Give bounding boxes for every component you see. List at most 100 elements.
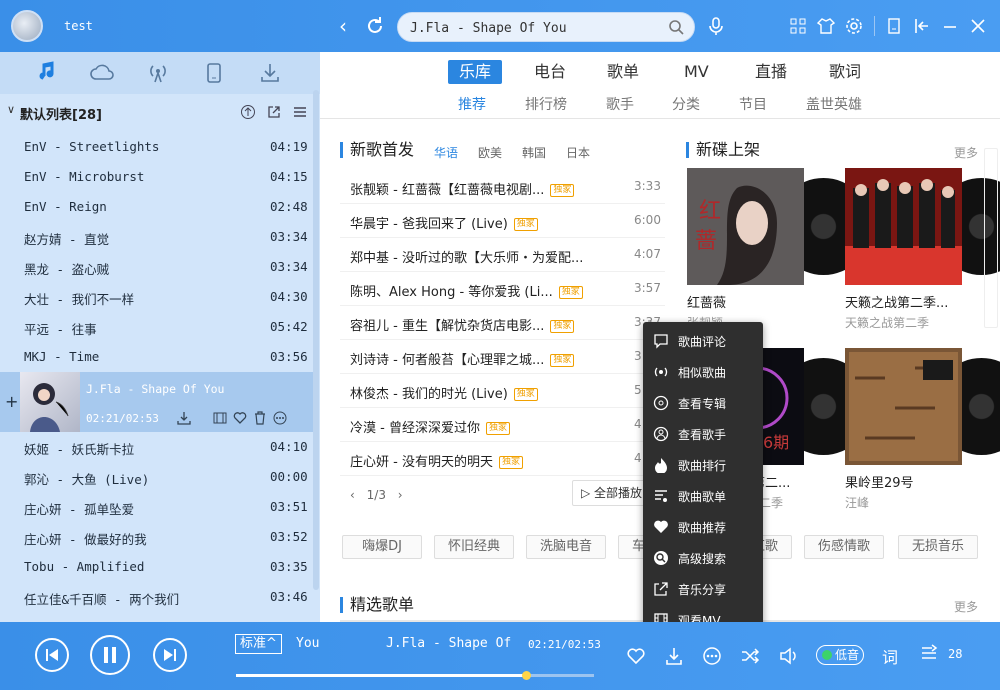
- mini-mode-icon[interactable]: [884, 16, 904, 36]
- minimize-icon[interactable]: [940, 16, 960, 36]
- progress-knob[interactable]: [521, 671, 531, 680]
- list-header[interactable]: ∨ 默认列表[28]: [0, 100, 320, 124]
- gear-icon[interactable]: [844, 16, 864, 36]
- locate-icon[interactable]: [240, 104, 256, 120]
- list-item[interactable]: 林俊杰 - 我们的时光 (Live)独家5:08: [340, 374, 665, 408]
- tab-heroes[interactable]: 盖世英雄: [806, 94, 862, 114]
- menu-item-advanced-search[interactable]: 高级搜索: [643, 543, 763, 573]
- lyrics-button[interactable]: 词: [882, 644, 898, 668]
- chip-lossless[interactable]: 无损音乐: [898, 535, 978, 559]
- progress-bar[interactable]: [236, 671, 594, 680]
- device-icon[interactable]: [202, 61, 226, 85]
- tab-mv[interactable]: MV: [673, 60, 720, 84]
- collapse-icon[interactable]: [912, 16, 932, 36]
- list-item[interactable]: 庄心妍 - 没有明天的明天独家4:32: [340, 442, 665, 476]
- volume-icon[interactable]: [778, 646, 798, 666]
- music-note-icon[interactable]: [34, 61, 58, 85]
- list-item[interactable]: 容祖儿 - 重生【解忧杂货店电影...独家3:37: [340, 306, 665, 340]
- previous-button[interactable]: [35, 638, 69, 672]
- pause-button[interactable]: [90, 635, 130, 675]
- next-button[interactable]: [153, 638, 187, 672]
- search-icon[interactable]: [668, 19, 684, 35]
- album-cover[interactable]: [20, 372, 80, 432]
- scrollbar[interactable]: [313, 90, 319, 590]
- tab-playlists[interactable]: 歌单: [596, 60, 650, 84]
- list-item[interactable]: MKJ - Time 03:56: [0, 342, 313, 372]
- download-icon[interactable]: [258, 61, 282, 85]
- play-all-button[interactable]: ▷ 全部播放: [572, 480, 646, 506]
- tab-recommend[interactable]: 推荐: [458, 94, 486, 114]
- refresh-icon[interactable]: [362, 13, 388, 39]
- list-item[interactable]: 赵方婧 - 直觉 03:34: [0, 222, 313, 252]
- menu-item-share[interactable]: 音乐分享: [643, 574, 763, 604]
- radio-icon[interactable]: [146, 61, 170, 85]
- chip-sad[interactable]: 伤感情歌: [804, 535, 884, 559]
- heart-icon[interactable]: [626, 646, 646, 666]
- skin-icon[interactable]: [816, 16, 836, 36]
- search-input[interactable]: [410, 18, 660, 38]
- username[interactable]: test: [64, 19, 93, 33]
- menu-icon[interactable]: [292, 104, 308, 120]
- album-art[interactable]: 红蔷: [687, 168, 804, 285]
- menu-item-recommend[interactable]: 歌曲推荐: [643, 512, 763, 542]
- more-icon[interactable]: [702, 646, 722, 666]
- list-item[interactable]: EnV - Reign 02:48: [0, 192, 313, 222]
- chip-electronic[interactable]: 洗脑电音: [526, 535, 606, 559]
- list-item[interactable]: 张靓颖 - 红蔷薇【红蔷薇电视剧... 独家 3:33: [340, 170, 665, 204]
- tab-programs[interactable]: 节目: [739, 94, 767, 114]
- now-playing-item[interactable]: + J.Fla - Shape Of You 02:21/02:53: [0, 372, 313, 432]
- list-item[interactable]: 任立佳&千百顺 - 两个我们 03:46: [0, 582, 313, 612]
- list-item[interactable]: 郭沁 - 大鱼 (Live) 00:00: [0, 462, 313, 492]
- tab-library[interactable]: 乐库: [448, 60, 503, 84]
- more-link[interactable]: 更多: [954, 144, 978, 161]
- list-item[interactable]: 庄心妍 - 做最好的我 03:52: [0, 522, 313, 552]
- list-item[interactable]: Tobu - Amplified 03:35: [0, 552, 313, 582]
- filter-western[interactable]: 欧美: [478, 144, 502, 161]
- grid-icon[interactable]: [788, 16, 808, 36]
- tab-singers[interactable]: 歌手: [606, 94, 634, 114]
- filter-japanese[interactable]: 日本: [566, 144, 590, 161]
- list-item[interactable]: EnV - Microburst 04:15: [0, 162, 313, 192]
- next-page-icon[interactable]: ›: [398, 488, 403, 502]
- list-item[interactable]: 刘诗诗 - 何者般苔【心理罪之城...独家3:01: [340, 340, 665, 374]
- chevron-down-icon[interactable]: ∨: [7, 103, 15, 116]
- download-icon[interactable]: [177, 411, 191, 425]
- menu-item-ranking[interactable]: 歌曲排行: [643, 450, 763, 480]
- tab-live[interactable]: 直播: [744, 60, 798, 84]
- list-item[interactable]: 黑龙 - 盗心贼 03:34: [0, 252, 313, 282]
- tab-categories[interactable]: 分类: [672, 94, 700, 114]
- list-item[interactable]: 冷漠 - 曾经深深爱过你独家4:10: [340, 408, 665, 442]
- album-art[interactable]: [845, 168, 962, 285]
- playlist-icon[interactable]: [920, 644, 940, 664]
- tab-radio[interactable]: 电台: [523, 60, 577, 84]
- album-artist[interactable]: 天籁之战第二季: [845, 314, 929, 331]
- menu-item-playlists[interactable]: 歌曲歌单: [643, 481, 763, 511]
- list-item[interactable]: 庄心妍 - 孤单坠爱 03:51: [0, 492, 313, 522]
- trash-icon[interactable]: [253, 411, 267, 425]
- list-item[interactable]: 郑中基 - 没听过的歌【大乐师・为爱配... 4:07: [340, 238, 665, 272]
- export-icon[interactable]: [266, 104, 282, 120]
- close-icon[interactable]: [968, 16, 988, 36]
- list-item[interactable]: 陈明、Alex Hong - 等你爱我 (Li... 独家 3:57: [340, 272, 665, 306]
- tab-lyrics[interactable]: 歌词: [818, 60, 872, 84]
- avatar[interactable]: [11, 10, 43, 42]
- menu-item-singer[interactable]: 查看歌手: [643, 419, 763, 449]
- download-icon[interactable]: [664, 646, 684, 666]
- prev-page-icon[interactable]: ‹: [350, 488, 355, 502]
- quality-selector[interactable]: 标准^: [235, 634, 282, 654]
- menu-item-album[interactable]: 查看专辑: [643, 388, 763, 418]
- list-item[interactable]: 妖姬 - 妖氏斯卡拉 04:10: [0, 432, 313, 462]
- menu-item-comments[interactable]: 歌曲评论: [643, 326, 763, 356]
- scrollbar[interactable]: [984, 148, 998, 328]
- more-icon[interactable]: [273, 411, 287, 425]
- chip-dj[interactable]: 嗨爆DJ: [342, 535, 422, 559]
- album-title[interactable]: 红蔷薇: [687, 292, 726, 311]
- album-artist[interactable]: 汪峰: [845, 494, 869, 511]
- search-box[interactable]: [397, 12, 695, 42]
- album-title[interactable]: 天籁之战第二季...: [845, 292, 948, 311]
- heart-icon[interactable]: [233, 411, 247, 425]
- shuffle-icon[interactable]: [740, 646, 760, 666]
- sound-effect-toggle[interactable]: 低音: [816, 645, 864, 665]
- filter-chinese[interactable]: 华语: [434, 144, 458, 161]
- mv-icon[interactable]: [213, 411, 227, 425]
